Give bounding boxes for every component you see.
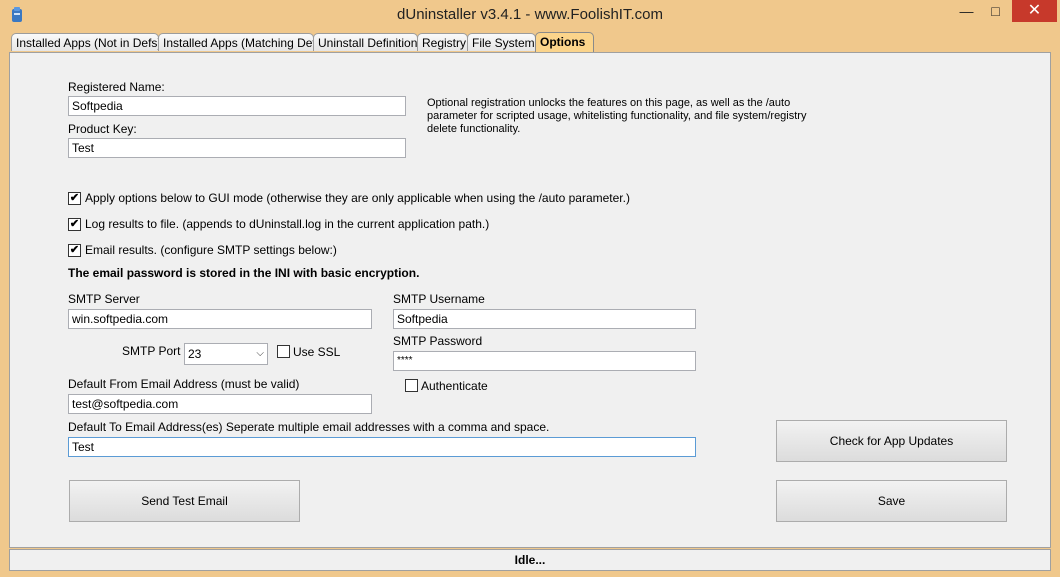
tab-installed-apps-not-in-defs[interactable]: Installed Apps (Not in Defs) [11,33,161,51]
smtp-password-field[interactable]: **** [393,351,696,371]
product-key-field[interactable]: Test [68,138,406,158]
maximize-button[interactable]: □ [981,0,1010,22]
product-key-label: Product Key: [68,122,137,136]
save-button[interactable]: Save [776,480,1007,522]
chevron-down-icon: ⌵ [256,348,264,359]
from-email-field[interactable]: test@softpedia.com [68,394,372,414]
authenticate-checkbox[interactable] [405,379,418,392]
options-panel: Registered Name: Softpedia Product Key: … [9,52,1051,548]
smtp-port-select[interactable]: 23 ⌵ [184,343,268,365]
title-bar: dUninstaller v3.4.1 - www.FoolishIT.com … [0,0,1060,31]
app-window: dUninstaller v3.4.1 - www.FoolishIT.com … [0,0,1060,577]
registered-name-field[interactable]: Softpedia [68,96,406,116]
tab-registry[interactable]: Registry [417,33,468,51]
from-email-label: Default From Email Address (must be vali… [68,377,300,391]
to-email-label: Default To Email Address(es) Seperate mu… [68,420,550,434]
apply-gui-checkbox[interactable]: ✔ [68,192,81,205]
tab-strip: Installed Apps (Not in Defs) Installed A… [8,32,1052,52]
smtp-server-field[interactable]: win.softpedia.com [68,309,372,329]
status-bar: Idle... [9,549,1051,571]
window-title: dUninstaller v3.4.1 - www.FoolishIT.com [397,6,663,23]
smtp-port-label: SMTP Port [122,344,181,358]
to-email-field[interactable]: Test [68,437,696,457]
log-results-label: Log results to file. (appends to dUninst… [85,217,490,231]
registered-name-label: Registered Name: [68,80,165,94]
send-test-email-button[interactable]: Send Test Email [69,480,300,522]
authenticate-label: Authenticate [421,379,488,393]
smtp-port-value: 23 [188,347,202,361]
use-ssl-label: Use SSL [293,345,341,359]
tab-installed-apps-matching-defs[interactable]: Installed Apps (Matching Defs) [158,33,326,51]
email-results-checkbox[interactable]: ✔ [68,244,81,257]
email-results-label: Email results. (configure SMTP settings … [85,243,337,257]
smtp-server-label: SMTP Server [68,292,140,306]
tab-options[interactable]: Options [535,32,594,52]
password-encryption-note: The email password is stored in the INI … [68,266,420,280]
registration-description: Optional registration unlocks the featur… [427,97,807,135]
tab-uninstall-definitions[interactable]: Uninstall Definitions [313,33,423,51]
tab-file-system[interactable]: File System [467,33,536,51]
minimize-button[interactable]: — [952,0,981,22]
check-updates-button[interactable]: Check for App Updates [776,420,1007,462]
smtp-username-label: SMTP Username [393,292,485,306]
close-button[interactable]: ✕ [1012,0,1057,22]
smtp-password-label: SMTP Password [393,334,483,348]
use-ssl-checkbox[interactable] [277,345,290,358]
log-results-checkbox[interactable]: ✔ [68,218,81,231]
smtp-username-field[interactable]: Softpedia [393,309,696,329]
apply-gui-label: Apply options below to GUI mode (otherwi… [85,191,630,205]
